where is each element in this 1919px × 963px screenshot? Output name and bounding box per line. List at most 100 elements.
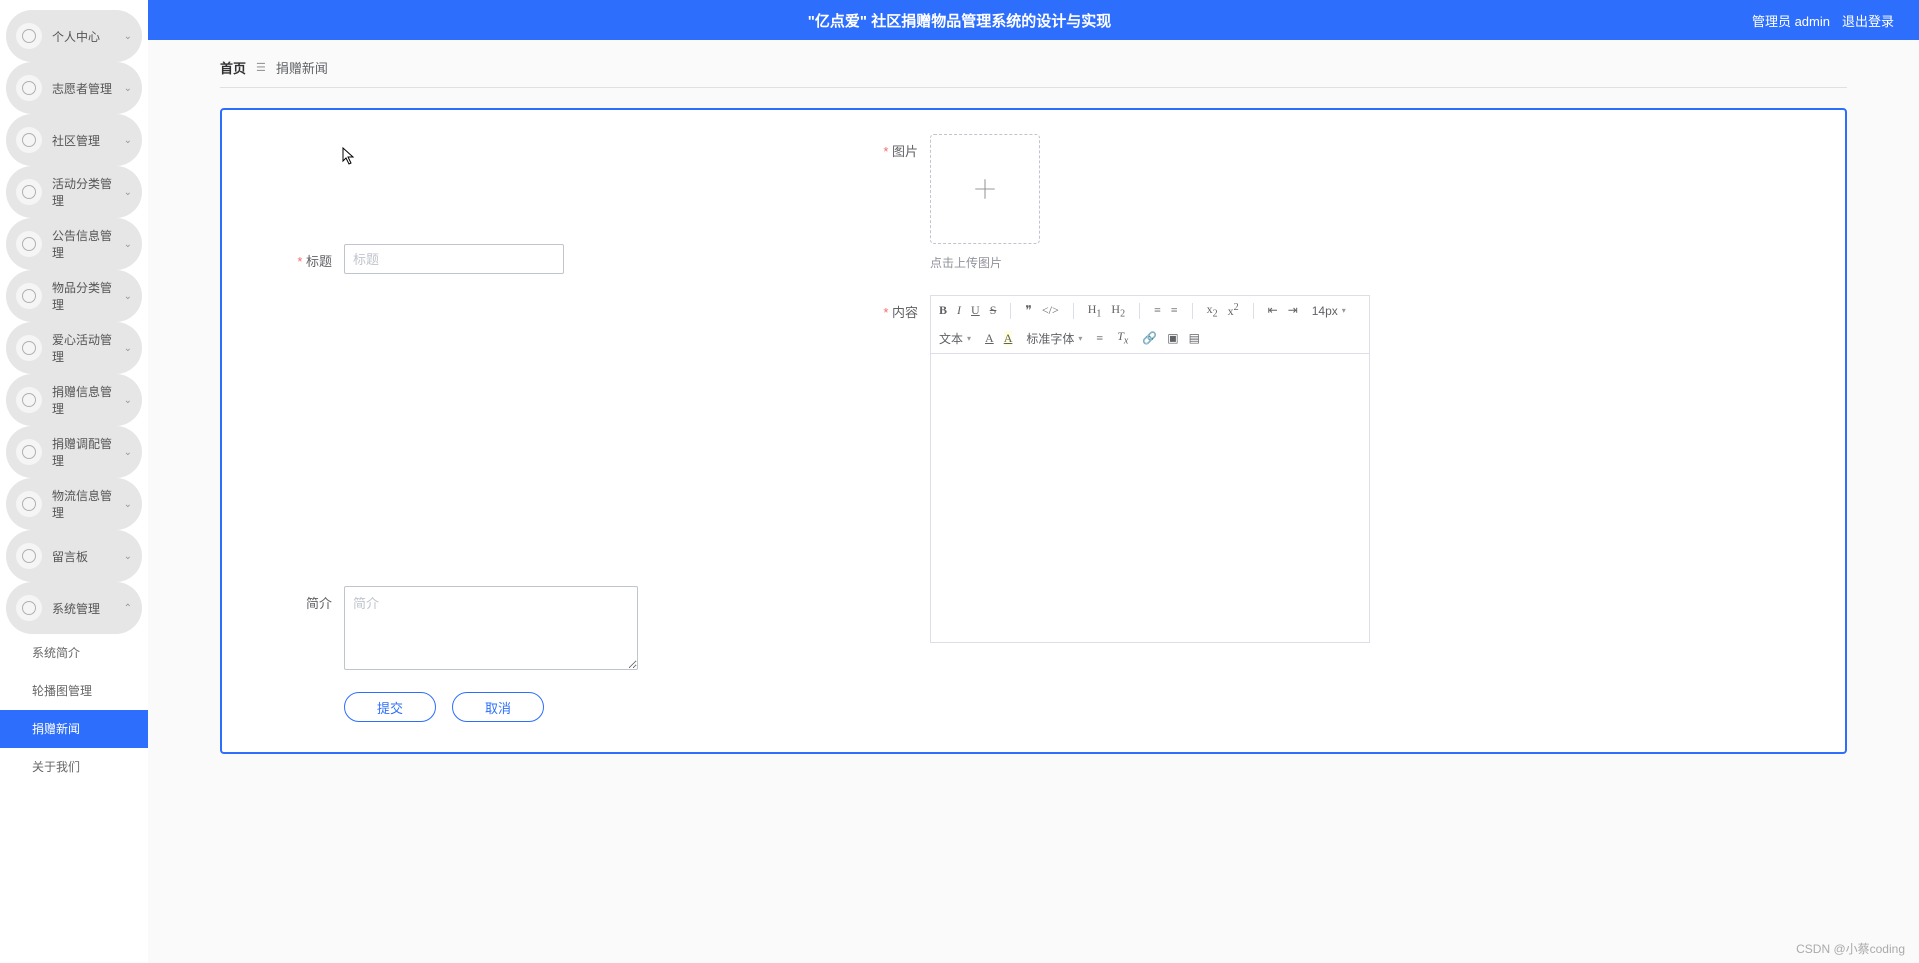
ul-icon[interactable]: ≡ xyxy=(1171,303,1178,318)
content-row: 内容 B I U S ❞ </> xyxy=(870,295,1817,643)
italic-icon[interactable]: I xyxy=(957,303,961,318)
sidebar: 个人中心⌄ 志愿者管理⌄ 社区管理⌄ 活动分类管理⌄ 公告信息管理⌄ 物品分类管… xyxy=(0,0,148,963)
sub-item-system-intro[interactable]: 系统简介 xyxy=(28,634,148,672)
chevron-up-icon: ⌃ xyxy=(124,603,132,614)
clock-icon xyxy=(22,341,36,355)
form-panel: 标题 简介 提交 取消 图片 点击上传图片 xyxy=(220,108,1847,754)
image-icon[interactable]: ▣ xyxy=(1167,331,1178,346)
sub-item-carousel[interactable]: 轮播图管理 xyxy=(28,672,148,710)
clock-icon xyxy=(22,81,36,95)
breadcrumb-sep-icon: ☰ xyxy=(256,61,266,74)
clock-icon xyxy=(22,133,36,147)
image-row: 图片 点击上传图片 xyxy=(870,134,1817,271)
sidebar-item-allocate[interactable]: 捐赠调配管理⌄ xyxy=(6,426,142,478)
chevron-down-icon: ▾ xyxy=(1078,334,1082,343)
bg-color-icon[interactable]: A xyxy=(1004,331,1013,346)
chevron-down-icon: ⌄ xyxy=(124,499,132,510)
chevron-down-icon: ⌄ xyxy=(124,239,132,250)
sidebar-item-personal[interactable]: 个人中心⌄ xyxy=(6,10,142,62)
admin-label[interactable]: 管理员 admin xyxy=(1752,11,1830,30)
clock-icon xyxy=(22,237,36,251)
font-family-select[interactable]: 标准字体▾ xyxy=(1026,330,1082,347)
superscript-icon[interactable]: x2 xyxy=(1228,302,1239,319)
outdent-icon[interactable]: ⇥ xyxy=(1288,303,1298,318)
align-icon[interactable]: ≡ xyxy=(1096,331,1103,346)
clock-icon xyxy=(22,393,36,407)
watermark: CSDN @小蔡coding xyxy=(1796,940,1905,957)
chevron-down-icon: ▾ xyxy=(1342,306,1346,315)
sidebar-item-community[interactable]: 社区管理⌄ xyxy=(6,114,142,166)
indent-icon[interactable]: ⇤ xyxy=(1268,303,1278,318)
logout-link[interactable]: 退出登录 xyxy=(1842,11,1894,30)
font-color-icon[interactable]: A xyxy=(985,331,994,346)
cancel-button[interactable]: 取消 xyxy=(452,692,544,722)
upload-wrap: 点击上传图片 xyxy=(930,134,1040,271)
subscript-icon[interactable]: x2 xyxy=(1207,302,1218,319)
header-actions: 管理员 admin 退出登录 xyxy=(1752,11,1894,30)
sub-item-about-us[interactable]: 关于我们 xyxy=(28,748,148,786)
breadcrumb-current: 捐赠新闻 xyxy=(276,58,328,77)
clock-icon xyxy=(22,29,36,43)
sub-item-donation-news[interactable]: 捐赠新闻 xyxy=(0,710,148,748)
clear-format-icon[interactable]: Tx xyxy=(1117,329,1128,346)
app-title: "亿点爱" 社区捐赠物品管理系统的设计与实现 xyxy=(808,10,1111,31)
clock-icon xyxy=(22,497,36,511)
sidebar-item-donation[interactable]: 捐赠信息管理⌄ xyxy=(6,374,142,426)
editor-content[interactable] xyxy=(930,353,1370,643)
chevron-down-icon: ⌄ xyxy=(124,187,132,198)
intro-textarea[interactable] xyxy=(344,586,638,670)
submit-button[interactable]: 提交 xyxy=(344,692,436,722)
title-label: 标题 xyxy=(250,244,344,274)
sidebar-item-notice[interactable]: 公告信息管理⌄ xyxy=(6,218,142,270)
breadcrumb-home[interactable]: 首页 xyxy=(220,58,246,77)
strike-icon[interactable]: S xyxy=(990,303,997,318)
breadcrumb: 首页 ☰ 捐赠新闻 xyxy=(148,40,1919,87)
sidebar-item-charity[interactable]: 爱心活动管理⌄ xyxy=(6,322,142,374)
sidebar-item-activity-cat[interactable]: 活动分类管理⌄ xyxy=(6,166,142,218)
chevron-down-icon: ⌄ xyxy=(124,31,132,42)
sidebar-item-volunteer[interactable]: 志愿者管理⌄ xyxy=(6,62,142,114)
image-label: 图片 xyxy=(870,134,930,271)
button-row: 提交 取消 xyxy=(250,692,870,722)
underline-icon[interactable]: U xyxy=(971,303,980,318)
upload-tip: 点击上传图片 xyxy=(930,254,1040,271)
link-icon[interactable]: 🔗 xyxy=(1142,331,1157,346)
intro-label: 简介 xyxy=(250,586,344,670)
quote-icon[interactable]: ❞ xyxy=(1025,303,1031,318)
chevron-down-icon: ⌄ xyxy=(124,551,132,562)
clock-icon xyxy=(22,185,36,199)
sidebar-sublist: 系统简介 轮播图管理 捐赠新闻 关于我们 xyxy=(0,634,148,786)
chevron-down-icon: ⌄ xyxy=(124,447,132,458)
chevron-down-icon: ▾ xyxy=(967,334,971,343)
image-uploader[interactable] xyxy=(930,134,1040,244)
text-type-select[interactable]: 文本▾ xyxy=(939,330,971,347)
clock-icon xyxy=(22,445,36,459)
ol-icon[interactable]: ≡ xyxy=(1154,303,1161,318)
clock-icon xyxy=(22,549,36,563)
h2-icon[interactable]: H2 xyxy=(1111,302,1125,319)
h1-icon[interactable]: H1 xyxy=(1088,302,1102,319)
clock-icon xyxy=(22,601,36,615)
sidebar-item-system[interactable]: 系统管理⌃ xyxy=(6,582,142,634)
chevron-down-icon: ⌄ xyxy=(124,135,132,146)
font-size-select[interactable]: 14px▾ xyxy=(1312,304,1346,318)
breadcrumb-divider xyxy=(220,87,1847,88)
title-row: 标题 xyxy=(250,244,870,274)
form-right-column: 图片 点击上传图片 内容 B I U S xyxy=(870,134,1817,722)
title-input[interactable] xyxy=(344,244,564,274)
code-icon[interactable]: </> xyxy=(1042,303,1059,318)
save-icon[interactable]: ▤ xyxy=(1189,331,1200,346)
content-label: 内容 xyxy=(870,295,930,643)
sidebar-item-msgboard[interactable]: 留言板⌄ xyxy=(6,530,142,582)
sidebar-item-goods-cat[interactable]: 物品分类管理⌄ xyxy=(6,270,142,322)
plus-icon xyxy=(972,176,998,202)
app-header: "亿点爱" 社区捐赠物品管理系统的设计与实现 管理员 admin 退出登录 xyxy=(0,0,1919,40)
bold-icon[interactable]: B xyxy=(939,303,947,318)
intro-row: 简介 xyxy=(250,586,870,670)
sidebar-item-logistics[interactable]: 物流信息管理⌄ xyxy=(6,478,142,530)
chevron-down-icon: ⌄ xyxy=(124,83,132,94)
chevron-down-icon: ⌄ xyxy=(124,291,132,302)
main-content: 首页 ☰ 捐赠新闻 标题 简介 提交 取消 图片 xyxy=(148,40,1919,963)
rich-editor: B I U S ❞ </> H1 H2 xyxy=(930,295,1370,643)
clock-icon xyxy=(22,289,36,303)
